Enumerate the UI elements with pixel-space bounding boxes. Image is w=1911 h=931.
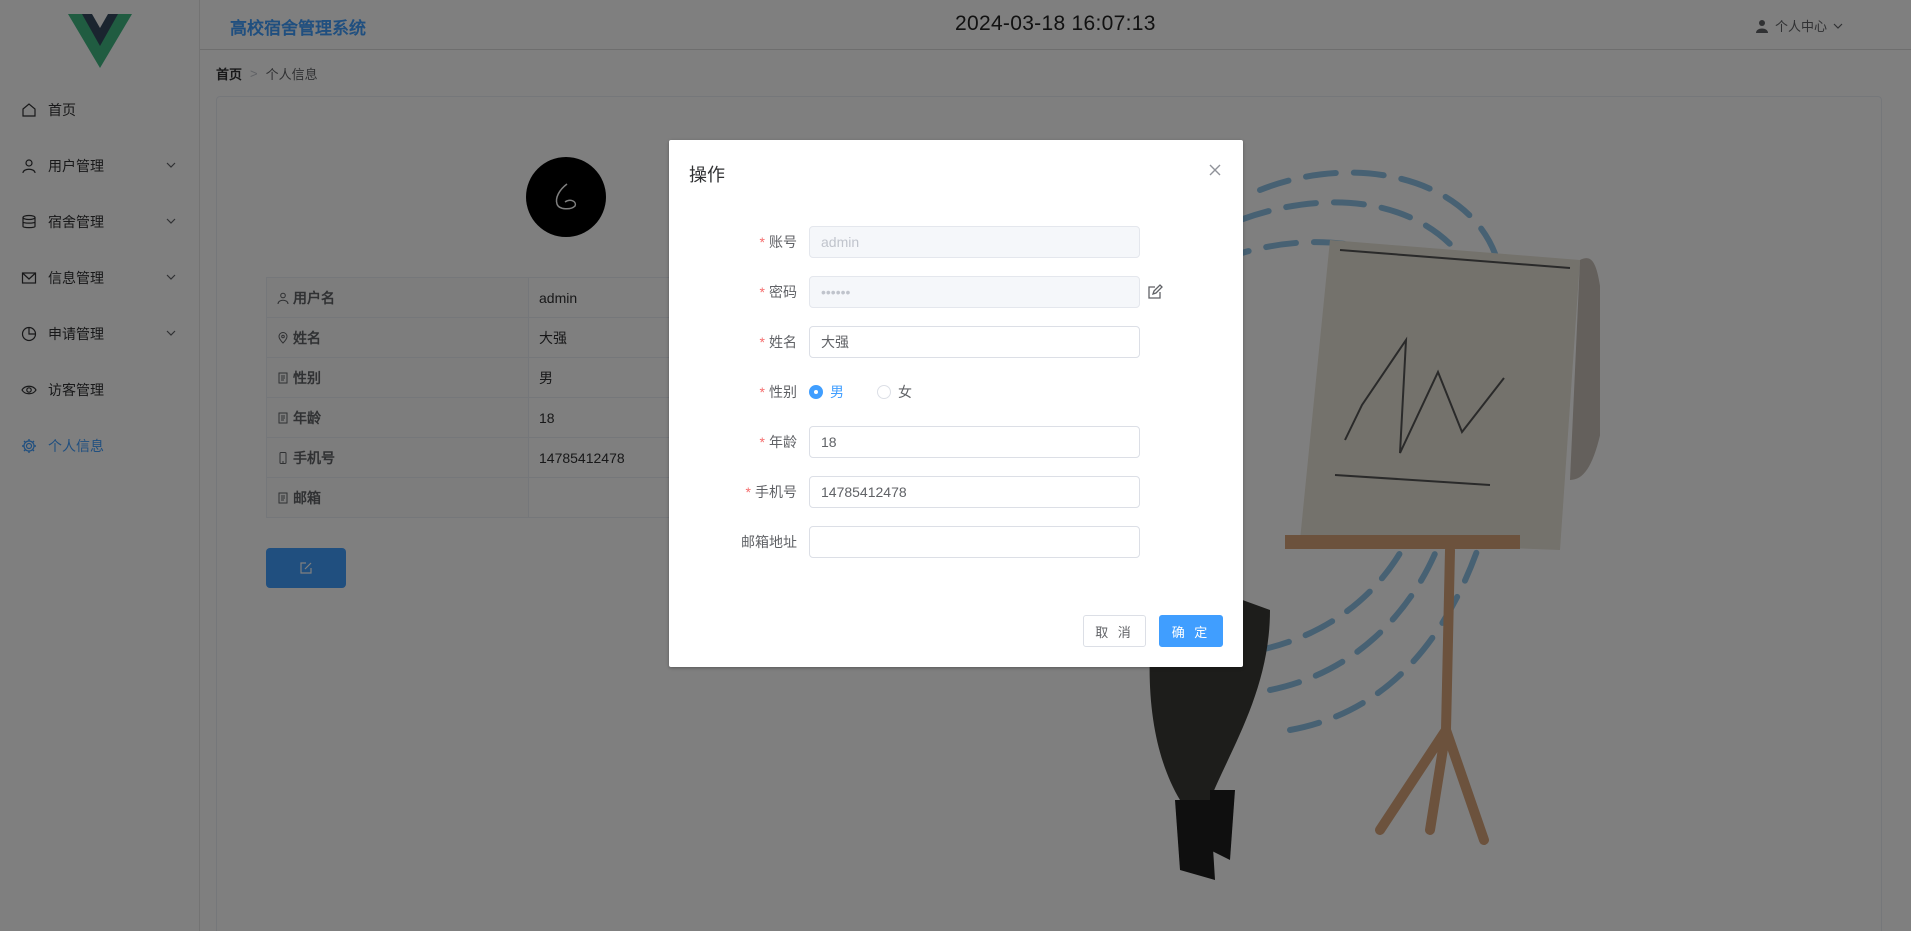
- confirm-button[interactable]: 确 定: [1159, 615, 1223, 647]
- form-row-account: * 账号: [669, 226, 1243, 258]
- form-row-email: 邮箱地址: [669, 526, 1243, 558]
- required-mark: *: [745, 484, 751, 500]
- form-row-phone: * 手机号: [669, 476, 1243, 508]
- password-label: * 密码: [760, 276, 797, 308]
- password-input: [809, 276, 1140, 308]
- edit-icon[interactable]: [1147, 284, 1163, 300]
- gender-label: * 性别: [760, 376, 797, 408]
- edit-profile-dialog: 操作 *账号 *密码 *姓名 *性别 男 女 *年龄 *手机号 邮箱地址: [669, 140, 1243, 667]
- required-mark: *: [759, 334, 765, 350]
- radio-label: 女: [898, 384, 912, 400]
- age-input[interactable]: [809, 426, 1140, 458]
- required-mark: *: [759, 284, 765, 300]
- password-label-text: 密码: [769, 284, 797, 300]
- email-label-text: 邮箱地址: [741, 534, 797, 550]
- gender-radio-female[interactable]: 女: [877, 376, 912, 408]
- radio-label: 男: [830, 384, 844, 400]
- phone-label: * 手机号: [746, 476, 797, 508]
- required-mark: *: [759, 384, 765, 400]
- email-input[interactable]: [809, 526, 1140, 558]
- phone-input[interactable]: [809, 476, 1140, 508]
- dialog-title: 操作: [689, 165, 725, 185]
- form-row-age: * 年龄: [669, 426, 1243, 458]
- cancel-button[interactable]: 取 消: [1083, 615, 1146, 647]
- name-label: * 姓名: [760, 326, 797, 358]
- name-label-text: 姓名: [769, 334, 797, 350]
- account-label-text: 账号: [769, 234, 797, 250]
- required-mark: *: [759, 434, 765, 450]
- age-label: * 年龄: [760, 426, 797, 458]
- name-input[interactable]: [809, 326, 1140, 358]
- close-icon[interactable]: [1207, 162, 1223, 178]
- gender-label-text: 性别: [769, 384, 797, 400]
- radio-dot: [877, 385, 891, 399]
- radio-dot: [809, 385, 823, 399]
- form-row-gender: * 性别 男 女: [669, 376, 1243, 408]
- required-mark: *: [759, 234, 765, 250]
- account-input: [809, 226, 1140, 258]
- age-label-text: 年龄: [769, 434, 797, 450]
- phone-label-text: 手机号: [755, 484, 797, 500]
- form-row-name: * 姓名: [669, 326, 1243, 358]
- account-label: * 账号: [760, 226, 797, 258]
- email-label: 邮箱地址: [741, 526, 797, 558]
- form-row-password: * 密码: [669, 276, 1243, 308]
- gender-radio-male[interactable]: 男: [809, 376, 844, 408]
